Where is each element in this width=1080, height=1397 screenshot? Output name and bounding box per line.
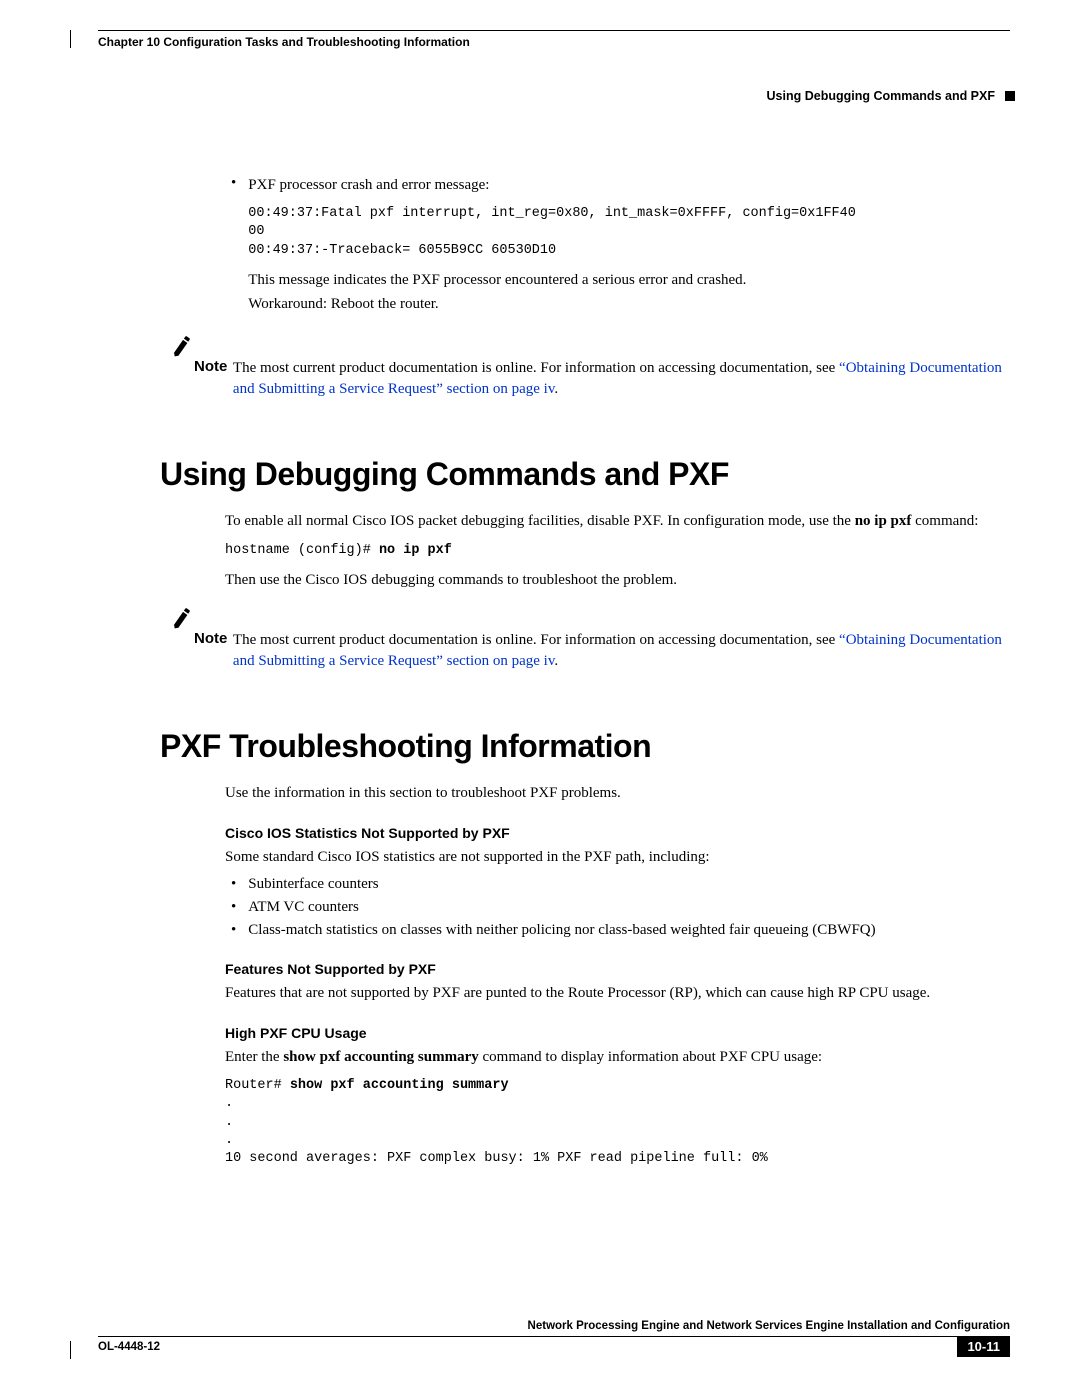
sec1-p2: Then use the Cisco IOS debugging command… bbox=[225, 570, 1010, 590]
sub1-p: Some standard Cisco IOS statistics are n… bbox=[225, 847, 1010, 867]
note-1: Note The most current product documentat… bbox=[170, 336, 1010, 400]
heading-troubleshooting: PXF Troubleshooting Information bbox=[160, 728, 1010, 765]
footer-title: Network Processing Engine and Network Se… bbox=[98, 1320, 1010, 1337]
bullet-crash-message: • PXF processor crash and error message:… bbox=[225, 175, 1010, 318]
code-cmd: no ip pxf bbox=[379, 543, 452, 558]
page: Chapter 10 Configuration Tasks and Troub… bbox=[0, 0, 1080, 1397]
crash-explain: This message indicates the PXF processor… bbox=[248, 270, 856, 290]
code-crash: 00:49:37:Fatal pxf interrupt, int_reg=0x… bbox=[248, 205, 856, 260]
pencil-icon bbox=[170, 334, 194, 400]
code-prefix: hostname (config)# bbox=[225, 543, 379, 558]
main-content: • PXF processor crash and error message:… bbox=[70, 175, 1010, 1168]
bullet-text: PXF processor crash and error message: bbox=[248, 175, 856, 195]
bullet-icon: • bbox=[231, 899, 236, 916]
code2-cmd: show pxf accounting summary bbox=[290, 1078, 509, 1093]
sec1-p1: To enable all normal Cisco IOS packet de… bbox=[225, 511, 1010, 531]
note1-text: The most current product documentation i… bbox=[233, 360, 839, 376]
note-2: Note The most current product documentat… bbox=[170, 608, 1010, 672]
list-item: • Class-match statistics on classes with … bbox=[225, 922, 1010, 939]
sub3-pb: show pxf accounting summary bbox=[283, 1049, 478, 1065]
code2-rest: . . . 10 second averages: PXF complex bu… bbox=[225, 1096, 768, 1166]
header-section: Using Debugging Commands and PXF bbox=[767, 89, 995, 103]
chapter-title: Chapter 10 Configuration Tasks and Troub… bbox=[98, 35, 470, 49]
sub3-pc: command to display information about PXF… bbox=[479, 1049, 822, 1065]
subhead-features: Features Not Supported by PXF bbox=[225, 961, 1010, 977]
header-marker-icon bbox=[1005, 91, 1015, 101]
bullet-icon: • bbox=[231, 876, 236, 893]
sec1-p1a: To enable all normal Cisco IOS packet de… bbox=[225, 513, 855, 529]
sub2-p: Features that are not supported by PXF a… bbox=[225, 983, 1010, 1003]
subhead-cpu: High PXF CPU Usage bbox=[225, 1025, 1010, 1041]
crash-workaround: Workaround: Reboot the router. bbox=[248, 294, 856, 314]
heading-debugging: Using Debugging Commands and PXF bbox=[160, 456, 1010, 493]
code-noip: hostname (config)# no ip pxf bbox=[225, 542, 1010, 560]
header-bar: Chapter 10 Configuration Tasks and Troub… bbox=[98, 30, 1010, 49]
page-footer: Network Processing Engine and Network Se… bbox=[70, 1320, 1010, 1357]
code2-prefix: Router# bbox=[225, 1078, 290, 1093]
sec1-p1b: no ip pxf bbox=[855, 513, 912, 529]
sec1-p1c: command: bbox=[911, 513, 978, 529]
page-number: 10-11 bbox=[957, 1336, 1010, 1357]
left-margin-bar bbox=[70, 30, 72, 1359]
note1-tail: . bbox=[554, 381, 558, 397]
doc-number: OL-4448-12 bbox=[98, 1341, 160, 1353]
bullet-icon: • bbox=[231, 175, 236, 318]
li1: Subinterface counters bbox=[248, 876, 378, 893]
code-show-pxf: Router# show pxf accounting summary . . … bbox=[225, 1077, 1010, 1168]
li3: Class-match statistics on classes with n… bbox=[248, 922, 875, 939]
note2-text: The most current product documentation i… bbox=[233, 632, 839, 648]
note-text: The most current product documentation i… bbox=[233, 608, 1010, 672]
sub3-pa: Enter the bbox=[225, 1049, 283, 1065]
bullet-icon: • bbox=[231, 922, 236, 939]
list-item: • Subinterface counters bbox=[225, 876, 1010, 893]
pencil-icon bbox=[170, 606, 194, 672]
note-text: The most current product documentation i… bbox=[233, 336, 1010, 400]
sec2-intro: Use the information in this section to t… bbox=[225, 783, 1010, 803]
note2-tail: . bbox=[554, 653, 558, 669]
note-label: Note bbox=[194, 336, 233, 400]
li2: ATM VC counters bbox=[248, 899, 359, 916]
list-item: • ATM VC counters bbox=[225, 899, 1010, 916]
sub3-p: Enter the show pxf accounting summary co… bbox=[225, 1047, 1010, 1067]
note-label: Note bbox=[194, 608, 233, 672]
subhead-stats: Cisco IOS Statistics Not Supported by PX… bbox=[225, 825, 1010, 841]
